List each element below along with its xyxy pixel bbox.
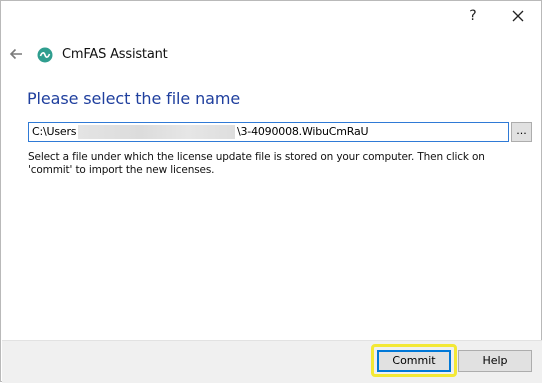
instruction-text: Select a file under which the license up… xyxy=(28,151,485,176)
file-path-input[interactable]: C:\Users \3-4090008.WibuCmRaU xyxy=(28,122,509,142)
cmfas-logo-icon xyxy=(37,47,53,63)
browse-button[interactable]: ... xyxy=(511,122,532,142)
file-path-prefix: C:\Users xyxy=(32,125,77,138)
back-arrow-icon[interactable] xyxy=(7,45,25,63)
help-button[interactable]: Help xyxy=(458,350,532,372)
close-button[interactable] xyxy=(498,1,538,31)
close-icon xyxy=(512,10,524,22)
help-glyph: ? xyxy=(469,8,477,24)
app-title: CmFAS Assistant xyxy=(62,47,168,62)
dialog-window: ? CmFAS Assistant Please select the file… xyxy=(0,0,542,383)
help-title-button[interactable]: ? xyxy=(453,1,493,31)
redacted-username xyxy=(78,125,235,139)
commit-button[interactable]: Commit xyxy=(377,350,451,372)
page-title: Please select the file name xyxy=(27,89,241,108)
file-path-suffix: \3-4090008.WibuCmRaU xyxy=(237,125,369,138)
